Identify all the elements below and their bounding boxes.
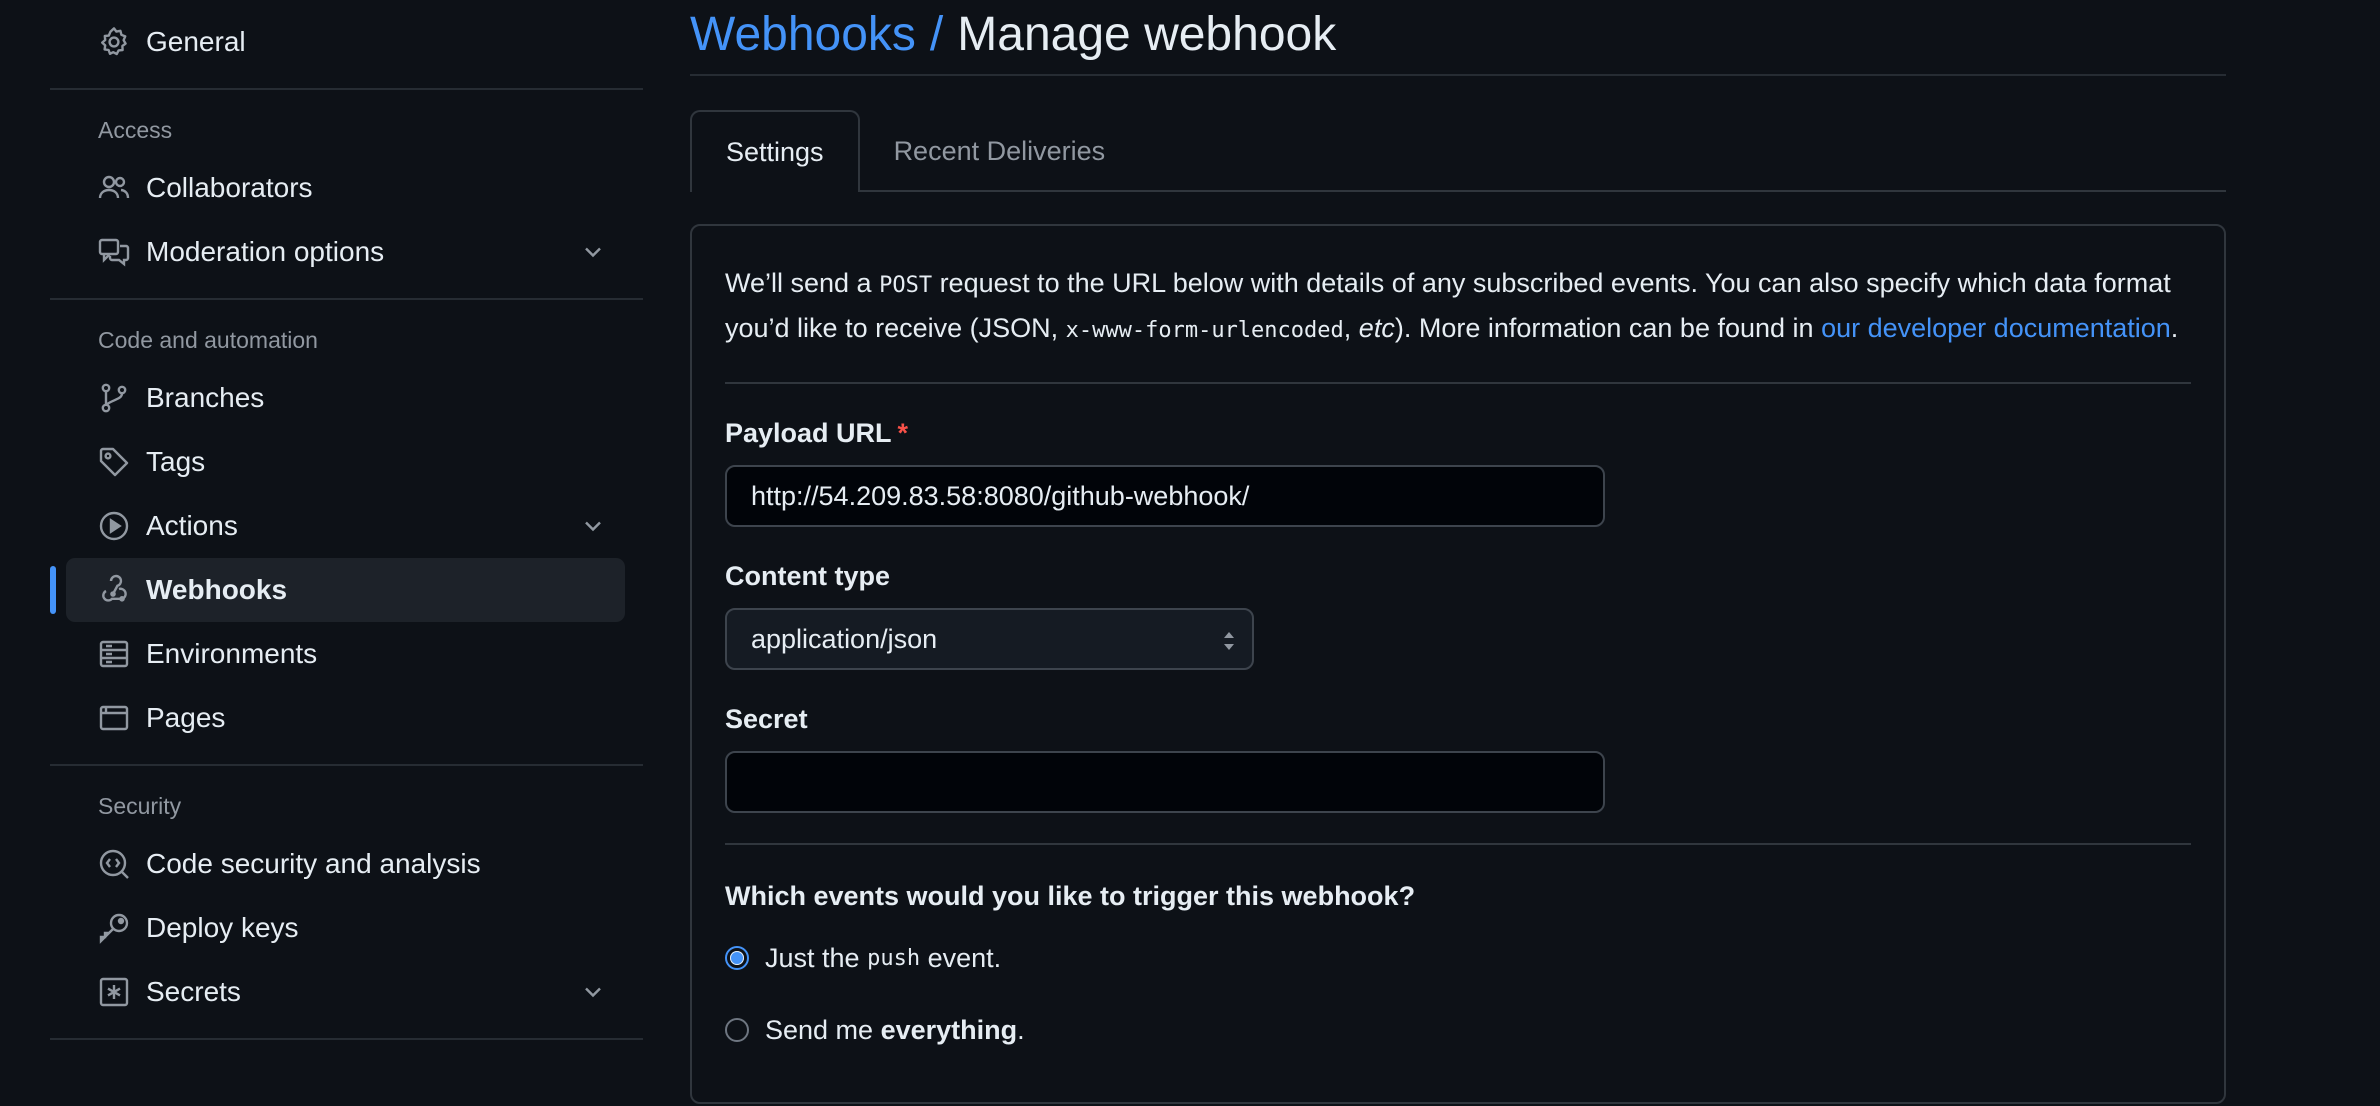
sidebar-item-label: Secrets: [146, 976, 241, 1007]
content-type-select[interactable]: application/json: [725, 608, 1254, 670]
sidebar-item-label: Tags: [146, 446, 206, 477]
webhook-description: We’ll send a POST request to the URL bel…: [725, 262, 2191, 384]
asterisk-icon: [98, 976, 130, 1008]
secret-input[interactable]: [725, 751, 1605, 813]
description-text: ). More information can be found in: [1394, 313, 1822, 343]
webhook-settings-panel: We’ll send a POST request to the URL bel…: [690, 224, 2226, 1104]
option-text: event.: [927, 942, 1002, 973]
tab-settings[interactable]: Settings: [690, 110, 860, 192]
sidebar-item-label: Actions: [146, 510, 238, 541]
page-title: Webhooks / Manage webhook: [690, 0, 2226, 76]
chevron-down-icon[interactable]: [579, 512, 607, 540]
sidebar-item-tags[interactable]: Tags: [66, 430, 625, 494]
codescan-icon: [98, 848, 130, 880]
option-text-bold: everything: [880, 1014, 1018, 1045]
breadcrumb-webhooks[interactable]: Webhooks: [690, 7, 916, 62]
people-icon: [98, 172, 130, 204]
tag-icon: [98, 446, 130, 478]
sidebar-divider: [50, 88, 643, 90]
sidebar-item-label: Webhooks: [146, 574, 288, 605]
sidebar-item-general[interactable]: General: [66, 10, 625, 74]
sidebar-item-deploy-keys[interactable]: Deploy keys: [66, 896, 625, 960]
section-heading-security: Security: [98, 792, 182, 819]
sidebar-item-label: Code security and analysis: [146, 848, 481, 879]
sidebar-item-environments[interactable]: Environments: [66, 622, 625, 686]
sidebar-item-collaborators[interactable]: Collaborators: [66, 156, 625, 220]
comment-discussion-icon: [98, 236, 130, 268]
section-heading-access: Access: [98, 116, 173, 143]
chevron-down-icon[interactable]: [579, 238, 607, 266]
tab-bar: Settings Recent Deliveries: [690, 110, 2226, 192]
tab-recent-deliveries[interactable]: Recent Deliveries: [860, 112, 1140, 190]
breadcrumb-separator: /: [929, 7, 944, 61]
inline-code: POST: [879, 273, 933, 298]
payload-url-input[interactable]: http://54.209.83.58:8080/github-webhook/: [725, 465, 1605, 527]
webhook-icon: [98, 574, 130, 606]
sidebar-item-label: Branches: [146, 382, 265, 413]
radio-option-everything[interactable]: Send me everything.: [725, 1004, 2191, 1056]
sidebar-item-label: Environments: [146, 638, 318, 669]
inline-code: push: [867, 945, 921, 971]
main-content: Webhooks / Manage webhook Settings Recen…: [690, 0, 2226, 1104]
events-question: Which events would you like to trigger t…: [725, 881, 1416, 911]
section-heading-code-automation: Code and automation: [98, 326, 318, 353]
sidebar-item-code-security[interactable]: Code security and analysis: [66, 832, 625, 896]
sidebar-divider: [50, 764, 643, 766]
browser-icon: [98, 702, 130, 734]
sidebar-item-webhooks[interactable]: Webhooks: [50, 558, 625, 622]
sidebar-item-label: Pages: [146, 702, 226, 733]
play-icon: [98, 510, 130, 542]
label-text: Payload URL: [725, 418, 892, 448]
sidebar-item-secrets[interactable]: Secrets: [66, 960, 625, 1024]
git-branch-icon: [98, 382, 130, 414]
sidebar-item-actions[interactable]: Actions: [66, 494, 625, 558]
description-text: etc: [1358, 313, 1395, 343]
sidebar-item-label: Deploy keys: [146, 912, 299, 943]
section-divider: [725, 843, 2191, 845]
sidebar-item-label: Collaborators: [146, 172, 313, 203]
description-text: ,: [1343, 313, 1359, 343]
sidebar-item-pages[interactable]: Pages: [66, 686, 625, 750]
server-icon: [98, 638, 130, 670]
page-heading: Manage webhook: [957, 7, 1337, 61]
sidebar-item-label: Moderation options: [146, 236, 385, 267]
select-value: application/json: [751, 623, 938, 654]
radio-option-push[interactable]: Just the push event.: [725, 932, 2191, 984]
key-icon: [98, 912, 130, 944]
secret-label: Secret: [725, 704, 808, 734]
description-text: .: [2170, 313, 2179, 343]
option-text: Send me: [765, 1014, 874, 1045]
required-indicator: *: [897, 418, 909, 448]
chevron-down-icon[interactable]: [579, 978, 607, 1006]
developer-documentation-link[interactable]: our developer documentation: [1821, 313, 2171, 343]
sidebar-divider: [50, 1038, 643, 1040]
sidebar-item-branches[interactable]: Branches: [66, 366, 625, 430]
payload-url-label: Payload URL *: [725, 418, 2191, 449]
select-arrows-icon: [1224, 632, 1234, 650]
radio-button-checked[interactable]: [725, 946, 749, 970]
description-text: We’ll send a: [725, 268, 880, 298]
inline-code: x-www-form-urlencoded: [1065, 318, 1344, 343]
gear-icon: [98, 26, 130, 58]
content-type-label: Content type: [725, 561, 890, 591]
sidebar-item-label: General: [146, 26, 246, 57]
option-text: Just the: [765, 942, 860, 973]
radio-button[interactable]: [725, 1018, 749, 1042]
sidebar-item-moderation[interactable]: Moderation options: [66, 220, 625, 284]
settings-sidebar: General Access Collaborators Moderation …: [50, 0, 643, 1054]
sidebar-divider: [50, 298, 643, 300]
option-text: .: [1017, 1014, 1025, 1045]
